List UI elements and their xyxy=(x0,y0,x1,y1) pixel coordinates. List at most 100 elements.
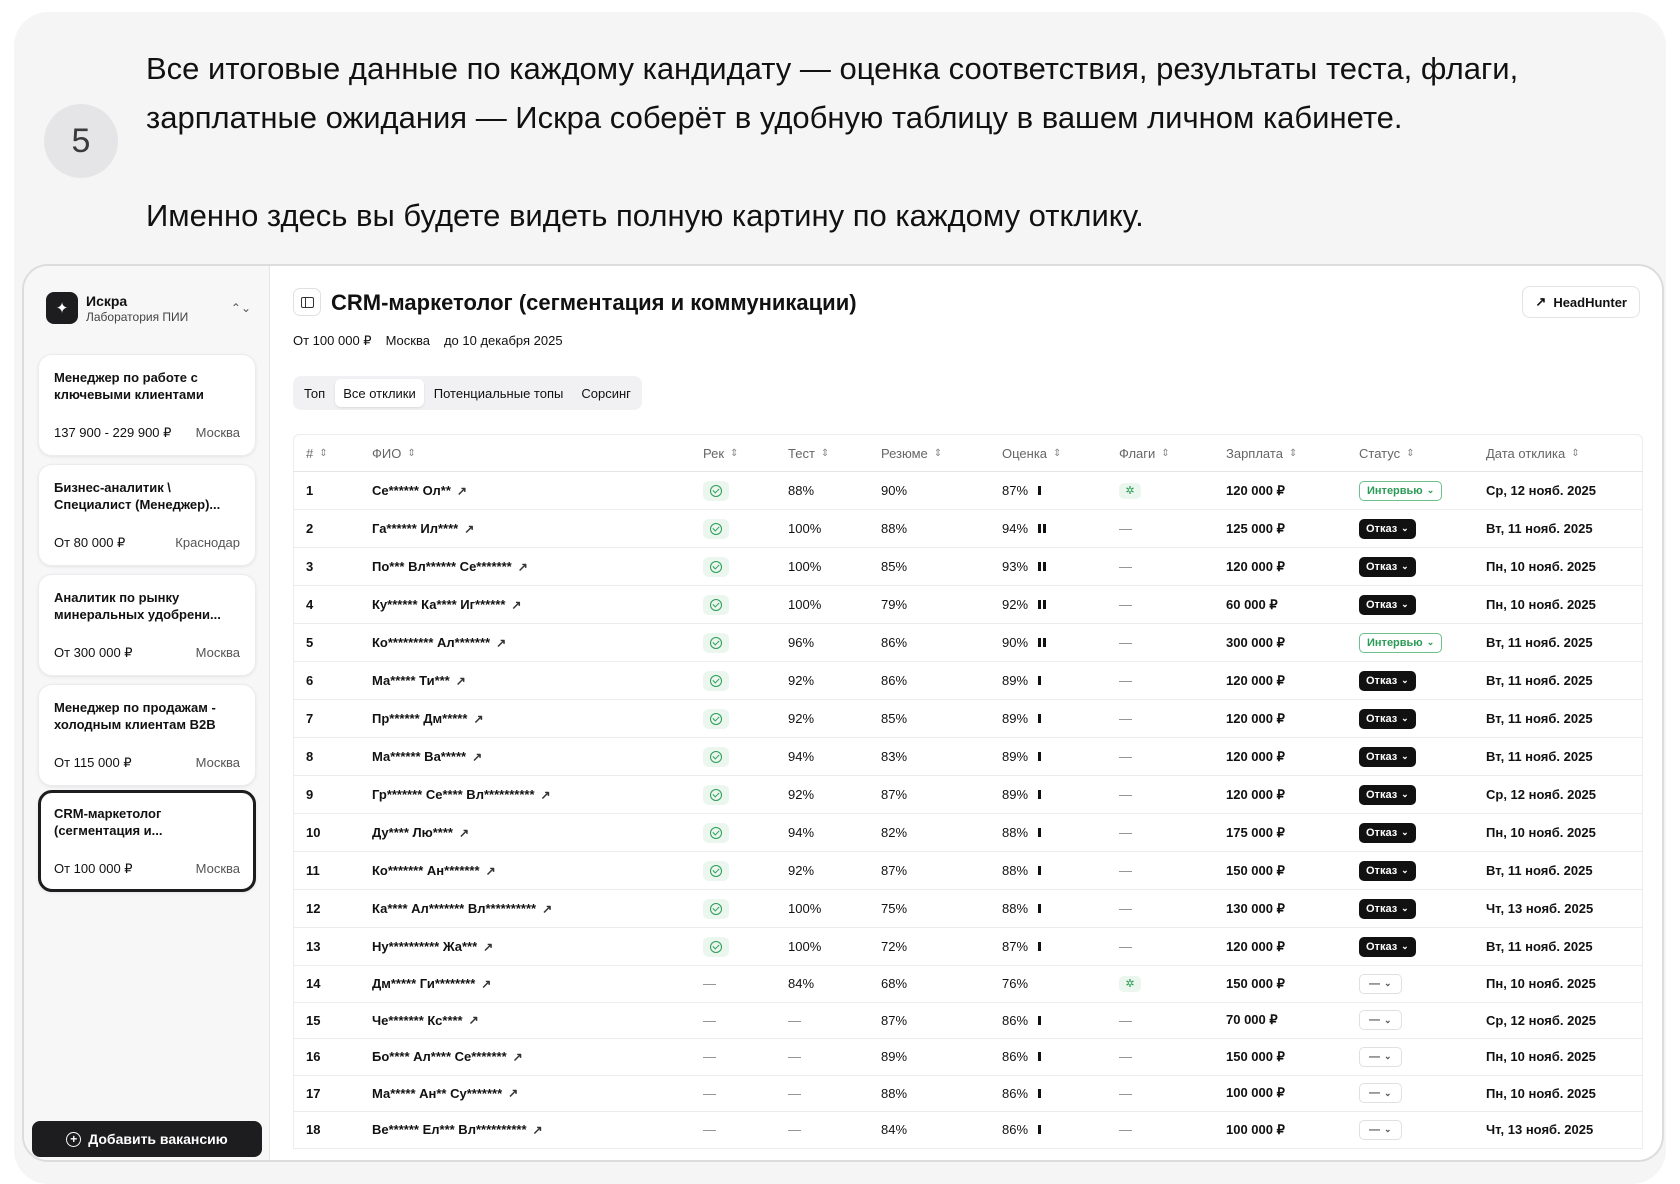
status-dropdown[interactable]: — ⌄ xyxy=(1359,973,1402,994)
table-row[interactable]: 7 Пр****** Дм***** ↗ 92% 85% 89% — 120 000 ₽ Отк… xyxy=(293,700,1643,738)
column-header[interactable]: # ⇕ xyxy=(294,446,360,461)
tab-0[interactable]: Топ xyxy=(296,379,333,407)
external-link-icon[interactable]: ↗ xyxy=(513,1050,523,1064)
resume-score: 68% xyxy=(869,976,990,991)
table-row[interactable]: 9 Гр******* Се**** Вл********** ↗ 92% 87% 89%… xyxy=(293,776,1643,814)
column-header[interactable]: Оценка ⇕ xyxy=(990,446,1107,461)
status-dropdown[interactable]: Отказ ⌄ xyxy=(1359,594,1416,615)
external-link-icon[interactable]: ↗ xyxy=(456,674,466,688)
salary-expectation-value: 70 000 ₽ xyxy=(1226,1012,1278,1028)
status-dropdown[interactable]: — ⌄ xyxy=(1359,1119,1402,1140)
tab-1[interactable]: Все отклики xyxy=(335,379,424,407)
column-header[interactable]: Тест ⇕ xyxy=(776,446,869,461)
table-row[interactable]: 3 По*** Вл****** Се******* ↗ 100% 85% 93% — 120… xyxy=(293,548,1643,586)
sort-icon[interactable]: ⇕ xyxy=(1571,448,1579,459)
vacancy-card[interactable]: Аналитик по рынку минеральных удобрени..… xyxy=(38,574,256,676)
salary-expectation: 150 000 ₽ xyxy=(1214,1049,1347,1065)
table-row[interactable]: 2 Га****** Ил**** ↗ 100% 88% 94% — 125 000 ₽ Отк… xyxy=(293,510,1643,548)
table-row[interactable]: 12 Ка**** Ал******* Вл********** ↗ 100% 75% 8… xyxy=(293,890,1643,928)
status-dropdown[interactable]: Интервью ⌄ xyxy=(1359,480,1443,501)
external-link-icon[interactable]: ↗ xyxy=(473,712,483,726)
candidate-name: Га****** Ил**** ↗ xyxy=(360,521,691,536)
chevron-down-icon: ⌄ xyxy=(1384,1051,1392,1062)
column-header[interactable]: Зарплата ⇕ xyxy=(1214,446,1347,461)
overall-score: 86% xyxy=(990,1049,1107,1064)
column-header[interactable]: Дата отклика ⇕ xyxy=(1474,446,1642,461)
org-switcher[interactable]: ✦ Искра Лаборатория ПИИ ⌃⌄ xyxy=(46,288,251,328)
column-header[interactable]: ФИО ⇕ xyxy=(360,446,691,461)
status-dropdown[interactable]: — ⌄ xyxy=(1359,1046,1402,1067)
status-dropdown[interactable]: Отказ ⌄ xyxy=(1359,556,1416,577)
column-header[interactable]: Статус ⇕ xyxy=(1347,446,1474,461)
external-link-icon[interactable]: ↗ xyxy=(511,598,521,612)
external-link-icon[interactable]: ↗ xyxy=(486,864,496,878)
table-row[interactable]: 14 Дм***** Ги******** ↗ — 84% 68% 76% ✲ 150 000 … xyxy=(293,966,1643,1003)
external-link-icon[interactable]: ↗ xyxy=(542,902,552,916)
external-link-icon[interactable]: ↗ xyxy=(457,484,467,498)
table-row[interactable]: 17 Ма***** Ан** Су******* ↗ — — 88% 86% — 100 00… xyxy=(293,1075,1643,1112)
status-dropdown[interactable]: — ⌄ xyxy=(1359,1010,1402,1031)
status-dropdown[interactable]: Отказ ⌄ xyxy=(1359,936,1416,957)
sidebar-toggle-button[interactable] xyxy=(293,288,321,316)
vacancy-card[interactable]: Менеджер по продажам - холодным клиентам… xyxy=(38,684,256,786)
vacancy-card[interactable]: Бизнес-аналитик \ Специалист (Менеджер).… xyxy=(38,464,256,566)
table-row[interactable]: 4 Ку****** Ка**** Иг****** ↗ 100% 79% 92% — 60 … xyxy=(293,586,1643,624)
table-row[interactable]: 13 Ну********** Жа*** ↗ 100% 72% 87% — 120 000 … xyxy=(293,928,1643,966)
vacancy-card[interactable]: CRM-маркетолог (сегментация и... От 100 0… xyxy=(38,790,256,892)
external-link-icon[interactable]: ↗ xyxy=(541,788,551,802)
sort-icon[interactable]: ⇕ xyxy=(1406,448,1414,459)
column-header[interactable]: Резюме ⇕ xyxy=(869,446,990,461)
headhunter-button[interactable]: ↗ HeadHunter xyxy=(1522,286,1640,318)
add-vacancy-button[interactable]: + Добавить вакансию xyxy=(32,1121,262,1157)
external-link-icon[interactable]: ↗ xyxy=(508,1086,518,1100)
status-dropdown[interactable]: Отказ ⌄ xyxy=(1359,518,1416,539)
sort-icon[interactable]: ⇕ xyxy=(319,448,327,459)
sort-icon[interactable]: ⇕ xyxy=(934,448,942,459)
sort-icon[interactable]: ⇕ xyxy=(1161,448,1169,459)
sort-icon[interactable]: ⇕ xyxy=(1053,448,1061,459)
table-row[interactable]: 5 Ко********* Ал******* ↗ 96% 86% 90% — 300 000… xyxy=(293,624,1643,662)
vacancy-card[interactable]: Менеджер по работе с ключевыми клиентами… xyxy=(38,354,256,456)
sort-icon[interactable]: ⇕ xyxy=(730,448,738,459)
external-link-icon[interactable]: ↗ xyxy=(481,977,491,991)
table-row[interactable]: 15 Че******* Кс**** ↗ — —87% 86% —70 000 ₽ — ⌄ Ср… xyxy=(293,1002,1643,1039)
status-dropdown[interactable]: Отказ ⌄ xyxy=(1359,670,1416,691)
external-link-icon[interactable]: ↗ xyxy=(464,522,474,536)
tab-2[interactable]: Потенциальные топы xyxy=(426,379,572,407)
column-header[interactable]: Рек ⇕ xyxy=(691,446,776,461)
status-dropdown[interactable]: Отказ ⌄ xyxy=(1359,784,1416,805)
status-label: — xyxy=(1369,977,1380,990)
table-row[interactable]: 11 Ко******* Ан******* ↗ 92% 87% 88% — 150 000 … xyxy=(293,852,1643,890)
external-link-icon[interactable]: ↗ xyxy=(483,940,493,954)
sort-icon[interactable]: ⇕ xyxy=(821,448,829,459)
sort-icon[interactable]: ⇕ xyxy=(1289,448,1297,459)
table-row[interactable]: 1 Се****** Ол** ↗ 88% 90% 87% ✲ 120 000 ₽ Интерв… xyxy=(293,472,1643,510)
overall-score: 88% xyxy=(990,863,1107,878)
candidate-name-value: Ку****** Ка**** Иг****** xyxy=(372,597,506,612)
external-link-icon[interactable]: ↗ xyxy=(533,1123,543,1137)
status-dropdown[interactable]: Отказ ⌄ xyxy=(1359,860,1416,881)
external-link-icon[interactable]: ↗ xyxy=(459,826,469,840)
flags-cell: — xyxy=(1107,1049,1214,1064)
external-link-icon[interactable]: ↗ xyxy=(518,560,528,574)
external-link-icon[interactable]: ↗ xyxy=(496,636,506,650)
table-row[interactable]: 10 Ду**** Лю**** ↗ 94% 82% 88% — 175 000 ₽ Отказ… xyxy=(293,814,1643,852)
status-dropdown[interactable]: Отказ ⌄ xyxy=(1359,746,1416,767)
score-bars-icon xyxy=(1038,638,1047,647)
sort-icon[interactable]: ⇕ xyxy=(407,448,415,459)
column-header[interactable]: Флаги ⇕ xyxy=(1107,446,1214,461)
status-dropdown[interactable]: — ⌄ xyxy=(1359,1083,1402,1104)
status-dropdown[interactable]: Отказ ⌄ xyxy=(1359,822,1416,843)
table-row[interactable]: 18 Ве****** Ел*** Вл********** ↗ — — 84% 86% — 1… xyxy=(293,1112,1643,1149)
table-row[interactable]: 16 Бо**** Ал**** Се******* ↗ — — 89% 86% — 150 0… xyxy=(293,1039,1643,1076)
status-dropdown[interactable]: Отказ ⌄ xyxy=(1359,898,1416,919)
flags-cell: — xyxy=(1107,1086,1214,1101)
row-number-value: 15 xyxy=(306,1012,321,1028)
table-row[interactable]: 6 Ма***** Ти*** ↗ 92% 86% 89% — 120 000 ₽ Отказ ⌄… xyxy=(293,662,1643,700)
status-dropdown[interactable]: Интервью ⌄ xyxy=(1359,632,1443,653)
status-dropdown[interactable]: Отказ ⌄ xyxy=(1359,708,1416,729)
external-link-icon[interactable]: ↗ xyxy=(472,750,482,764)
external-link-icon[interactable]: ↗ xyxy=(469,1013,479,1027)
tab-3[interactable]: Сорсинг xyxy=(573,379,639,407)
table-row[interactable]: 8 Ма****** Ва***** ↗ 94% 83% 89% — 120 000 ₽ Отк… xyxy=(293,738,1643,776)
